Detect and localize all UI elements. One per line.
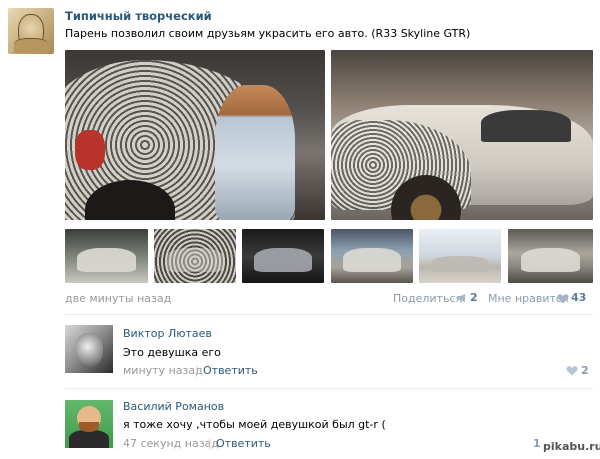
like-count[interactable]: 43 <box>571 291 586 304</box>
avatar-body <box>69 430 109 448</box>
comment-timestamp[interactable]: минуту назад <box>123 364 203 377</box>
thumb-car-shape <box>77 247 136 273</box>
comment-author-link[interactable]: Василий Романов <box>123 400 224 413</box>
comment-avatar[interactable] <box>65 325 113 373</box>
photo-artist-figure <box>215 85 295 220</box>
heart-icon[interactable] <box>566 365 578 376</box>
comment-reply-link[interactable]: Ответить <box>203 364 258 377</box>
share-button[interactable]: Поделиться <box>393 292 462 305</box>
comment-text: Это девушка его <box>123 346 221 359</box>
thumb-car-shape <box>520 247 581 273</box>
divider <box>65 314 593 315</box>
post-photo-thumb-3[interactable] <box>242 229 324 283</box>
avatar-sketch-body <box>14 38 48 53</box>
post-photo-main-right[interactable] <box>331 50 593 220</box>
thumb-car-shape <box>254 247 312 273</box>
share-count[interactable]: 2 <box>470 291 478 304</box>
group-avatar[interactable] <box>8 8 54 54</box>
thumb-car-shape <box>166 247 224 273</box>
avatar-face <box>75 333 103 367</box>
post-photo-thumb-1[interactable] <box>65 229 148 283</box>
post-text: Парень позволил своим друзьям украсить е… <box>65 27 471 40</box>
comment-like-count[interactable]: 1 <box>533 437 541 450</box>
comment-avatar[interactable] <box>65 400 113 448</box>
avatar-beard <box>79 422 99 432</box>
photo-car-window <box>481 110 571 142</box>
heart-icon[interactable] <box>557 293 569 304</box>
divider <box>65 388 593 389</box>
post-photo-main-left[interactable] <box>65 50 325 220</box>
comment-like-count[interactable]: 2 <box>581 364 589 377</box>
comment-meta-separator: | <box>195 364 199 377</box>
post-photo-thumb-6[interactable] <box>508 229 593 283</box>
watermark: pikabu.ru <box>543 440 600 453</box>
group-name-link[interactable]: Типичный творческий <box>65 9 212 23</box>
thumb-car-shape <box>343 247 401 273</box>
post-photo-thumb-5[interactable] <box>419 229 501 283</box>
post-timestamp[interactable]: две минуты назад <box>65 292 171 305</box>
post-photo-thumb-2[interactable] <box>154 229 236 283</box>
thumb-car-shape <box>431 256 489 273</box>
photo-car-taillight <box>75 130 105 170</box>
post-photo-thumb-4[interactable] <box>331 229 413 283</box>
comment-timestamp[interactable]: 47 секунд назад <box>123 437 219 450</box>
comment-text: я тоже хочу ,чтобы моей девушкой был gt-… <box>123 418 386 431</box>
comment-reply-link[interactable]: Ответить <box>216 437 271 450</box>
comment-author-link[interactable]: Виктор Лютаев <box>123 327 212 340</box>
comment-meta-separator: | <box>208 437 212 450</box>
megaphone-icon[interactable] <box>456 293 468 303</box>
